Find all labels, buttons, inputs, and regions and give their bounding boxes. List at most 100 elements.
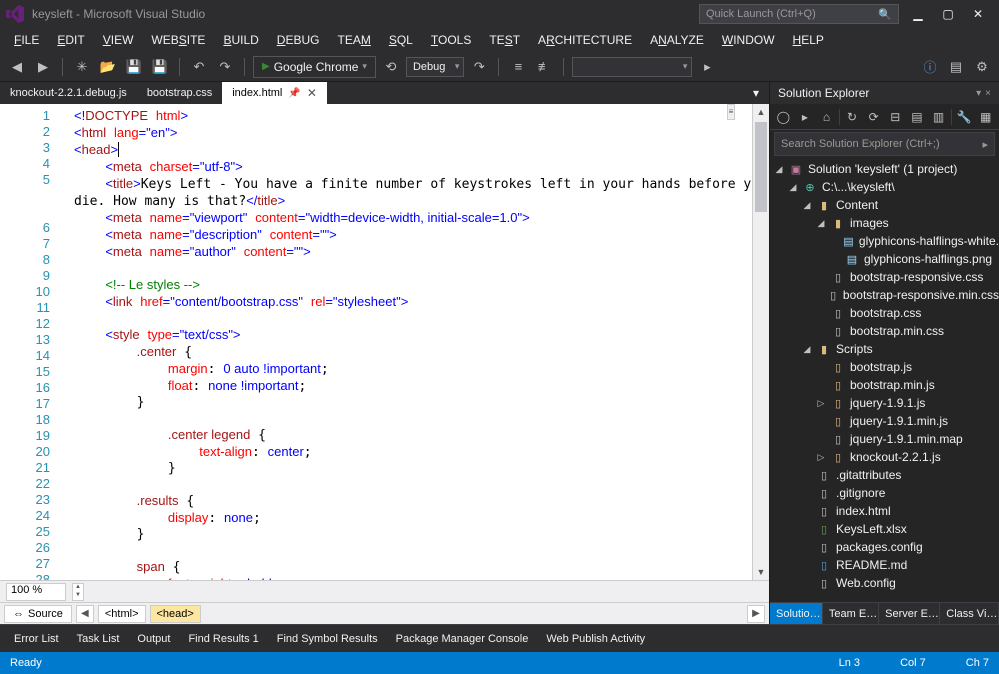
refresh-icon[interactable]: ⟳ bbox=[864, 107, 883, 127]
doc-tab[interactable]: bootstrap.css bbox=[137, 82, 222, 104]
uncomment-icon[interactable]: ≢ bbox=[533, 56, 555, 78]
menu-analyze[interactable]: ANALYZE bbox=[642, 30, 712, 50]
nav-forward-icon[interactable]: ▶ bbox=[32, 56, 54, 78]
tree-file[interactable]: glyphicons-halflings.png bbox=[774, 250, 999, 268]
output-tab-pmc[interactable]: Package Manager Console bbox=[388, 630, 537, 650]
properties-icon[interactable]: ▥ bbox=[929, 107, 948, 127]
tab-overflow-icon[interactable]: ▾ bbox=[747, 82, 765, 104]
nav-back-icon[interactable]: ◀ bbox=[6, 56, 28, 78]
output-tab-output[interactable]: Output bbox=[129, 630, 178, 650]
panel-tab-classview[interactable]: Class Vi… bbox=[940, 603, 999, 625]
scroll-thumb[interactable] bbox=[755, 122, 767, 212]
tree-file[interactable]: jquery-1.9.1.min.js bbox=[774, 412, 999, 430]
redo-icon[interactable]: ↷ bbox=[214, 56, 236, 78]
tree-folder-images[interactable]: ◢images bbox=[774, 214, 999, 232]
menu-sql[interactable]: SQL bbox=[381, 30, 421, 50]
menu-edit[interactable]: EDIT bbox=[49, 30, 92, 50]
tree-file[interactable]: bootstrap-responsive.min.css bbox=[774, 286, 999, 304]
panel-tab-team[interactable]: Team E… bbox=[823, 603, 879, 625]
save-icon[interactable]: 💾 bbox=[123, 56, 145, 78]
menu-tools[interactable]: TOOLS bbox=[423, 30, 479, 50]
tree-file[interactable]: packages.config bbox=[774, 538, 999, 556]
output-tab-find1[interactable]: Find Results 1 bbox=[180, 630, 266, 650]
vertical-scrollbar[interactable]: ▲ ▼ bbox=[752, 104, 769, 580]
tree-file[interactable]: .gitattributes bbox=[774, 466, 999, 484]
tree-file[interactable]: jquery-1.9.1.min.map bbox=[774, 430, 999, 448]
config-select[interactable]: Debug bbox=[406, 57, 464, 77]
tree-solution-node[interactable]: ◢Solution 'keysleft' (1 project) bbox=[774, 160, 999, 178]
menu-file[interactable]: FILE bbox=[6, 30, 47, 50]
menu-window[interactable]: WINDOW bbox=[714, 30, 783, 50]
tree-file[interactable]: ▷knockout-2.2.1.js bbox=[774, 448, 999, 466]
close-tab-icon[interactable]: ✕ bbox=[307, 86, 317, 100]
scroll-down-icon[interactable]: ▼ bbox=[753, 564, 769, 580]
properties2-icon[interactable]: ▦ bbox=[976, 107, 995, 127]
tree-file[interactable]: .gitignore bbox=[774, 484, 999, 502]
find-select[interactable] bbox=[572, 57, 692, 77]
tree-file[interactable]: glyphicons-halflings-white. bbox=[774, 232, 999, 250]
solution-explorer-search[interactable]: Search Solution Explorer (Ctrl+;) ▸ bbox=[774, 132, 995, 156]
code-text-area[interactable]: <!DOCTYPE html> <html lang="en"> <head> … bbox=[56, 104, 752, 580]
output-tab-errorlist[interactable]: Error List bbox=[6, 630, 67, 650]
save-all-icon[interactable]: 💾 bbox=[149, 56, 171, 78]
close-button[interactable]: ✕ bbox=[963, 3, 993, 25]
crumb-left-icon[interactable]: ◀ bbox=[76, 605, 94, 623]
new-project-icon[interactable]: ✳ bbox=[71, 56, 93, 78]
crumb-html[interactable]: <html> bbox=[98, 605, 146, 623]
tree-folder-content[interactable]: ◢Content bbox=[774, 196, 999, 214]
feedback-icon[interactable]: ⓘ bbox=[919, 56, 941, 78]
tree-file[interactable]: Web.config bbox=[774, 574, 999, 592]
browser-link-icon[interactable]: ⟲ bbox=[380, 56, 402, 78]
menu-view[interactable]: VIEW bbox=[95, 30, 142, 50]
menu-test[interactable]: TEST bbox=[481, 30, 528, 50]
maximize-button[interactable]: ▢ bbox=[933, 3, 963, 25]
panel-tab-solution[interactable]: Solutio… bbox=[770, 603, 823, 625]
start-debug-button[interactable]: ▶ Google Chrome ▾ bbox=[253, 56, 376, 78]
scroll-up-icon[interactable]: ▲ bbox=[753, 104, 769, 120]
tree-file[interactable]: README.md bbox=[774, 556, 999, 574]
crumb-head[interactable]: <head> bbox=[150, 605, 201, 623]
extension-manager-icon[interactable]: ⚙ bbox=[971, 56, 993, 78]
minimize-button[interactable]: ▁ bbox=[903, 3, 933, 25]
tree-file[interactable]: index.html bbox=[774, 502, 999, 520]
back-icon[interactable]: ◯ bbox=[774, 107, 793, 127]
tree-file[interactable]: bootstrap.min.js bbox=[774, 376, 999, 394]
split-handle-icon[interactable]: ≡ bbox=[727, 104, 735, 120]
step-over-icon[interactable]: ↷ bbox=[468, 56, 490, 78]
output-tab-findsym[interactable]: Find Symbol Results bbox=[269, 630, 386, 650]
tree-project-node[interactable]: ◢C:\...\keysleft\ bbox=[774, 178, 999, 196]
tree-file[interactable]: bootstrap.css bbox=[774, 304, 999, 322]
sync-icon[interactable]: ↻ bbox=[843, 107, 862, 127]
tree-file[interactable]: bootstrap-responsive.css bbox=[774, 268, 999, 286]
menu-website[interactable]: WEBSITE bbox=[143, 30, 213, 50]
source-tab[interactable]: ⇔ Source bbox=[4, 605, 72, 623]
code-editor[interactable]: 1234 56789 1011121314 1516171819 2021222… bbox=[0, 104, 769, 580]
menu-architecture[interactable]: ARCHITECTURE bbox=[530, 30, 640, 50]
collapse-icon[interactable]: ⊟ bbox=[886, 107, 905, 127]
menu-build[interactable]: BUILD bbox=[215, 30, 266, 50]
home-icon[interactable]: ⌂ bbox=[817, 107, 836, 127]
find-go-icon[interactable]: ▸ bbox=[696, 56, 718, 78]
open-file-icon[interactable]: 📂 bbox=[97, 56, 119, 78]
comment-icon[interactable]: ≡ bbox=[507, 56, 529, 78]
output-tab-tasklist[interactable]: Task List bbox=[69, 630, 128, 650]
doc-tab-active[interactable]: index.html 📌 ✕ bbox=[222, 82, 327, 104]
preview-icon[interactable]: 🔧 bbox=[955, 107, 974, 127]
output-tab-webpublish[interactable]: Web Publish Activity bbox=[538, 630, 653, 650]
menu-help[interactable]: HELP bbox=[785, 30, 832, 50]
tree-file[interactable]: ▷jquery-1.9.1.js bbox=[774, 394, 999, 412]
show-all-icon[interactable]: ▤ bbox=[908, 107, 927, 127]
zoom-level-input[interactable]: 100 % bbox=[6, 583, 66, 601]
panel-dropdown-icon[interactable]: ▾ bbox=[976, 88, 981, 99]
crumb-right-icon[interactable]: ▶ bbox=[747, 605, 765, 623]
tree-file[interactable]: bootstrap.min.css bbox=[774, 322, 999, 340]
pin-icon[interactable]: 📌 bbox=[288, 88, 300, 99]
notifications-icon[interactable]: ▤ bbox=[945, 56, 967, 78]
zoom-spinner[interactable]: ▲▼ bbox=[72, 583, 84, 601]
panel-close-icon[interactable]: × bbox=[985, 88, 991, 99]
tree-file[interactable]: KeysLeft.xlsx bbox=[774, 520, 999, 538]
tree-folder-scripts[interactable]: ◢Scripts bbox=[774, 340, 999, 358]
undo-icon[interactable]: ↶ bbox=[188, 56, 210, 78]
forward-icon[interactable]: ▸ bbox=[796, 107, 815, 127]
panel-tab-server[interactable]: Server E… bbox=[879, 603, 940, 625]
